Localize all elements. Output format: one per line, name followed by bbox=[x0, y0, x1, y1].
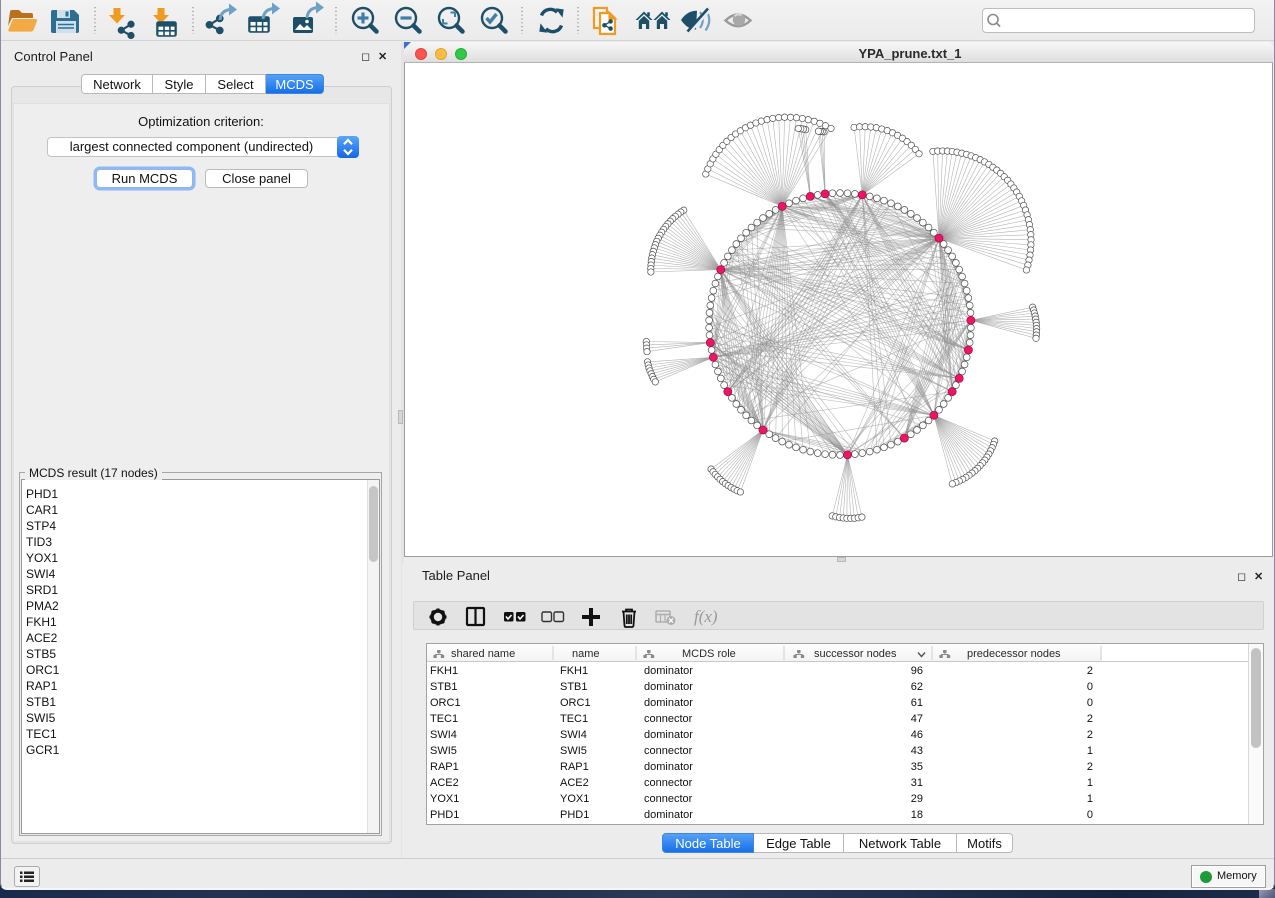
svg-text:f(x): f(x) bbox=[694, 607, 718, 626]
svg-text:name: name bbox=[572, 648, 600, 660]
svg-text:MCDS role: MCDS role bbox=[682, 648, 736, 660]
svg-text:successor nodes: successor nodes bbox=[814, 648, 897, 660]
svg-text:predecessor nodes: predecessor nodes bbox=[967, 648, 1061, 660]
svg-text:shared name: shared name bbox=[451, 648, 515, 660]
